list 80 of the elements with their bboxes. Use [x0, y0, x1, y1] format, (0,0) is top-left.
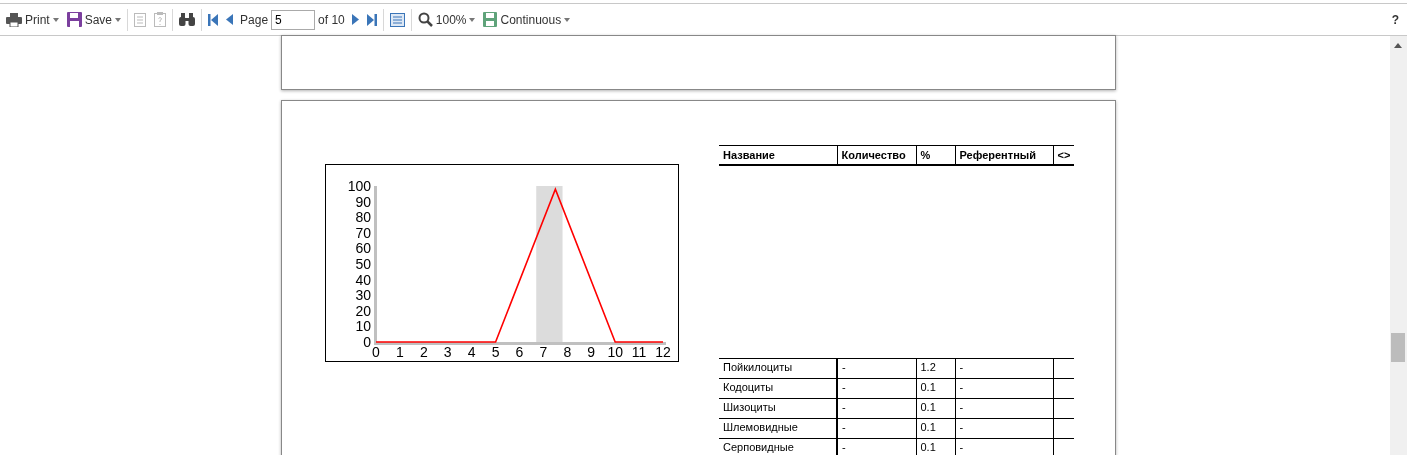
table-cell: 0.1 [916, 418, 955, 439]
x-tick-label: 7 [539, 344, 548, 360]
list-page-icon [134, 12, 147, 27]
y-tick-label: 0 [363, 334, 371, 350]
y-tick-label: 90 [355, 193, 371, 210]
table-cell: 0.1 [916, 378, 955, 399]
question-clipboard-icon [154, 12, 167, 27]
x-tick-label: 12 [655, 344, 671, 360]
caret-icon [115, 17, 122, 22]
scrollbar[interactable] [1390, 36, 1407, 455]
x-tick-label: 1 [396, 344, 404, 360]
last-page-icon [366, 13, 377, 26]
caret-icon [469, 17, 476, 22]
caret-icon [564, 17, 571, 22]
table-cell: - [837, 378, 916, 399]
table-cell [1053, 358, 1075, 379]
zoom-button[interactable]: 100% [413, 7, 480, 32]
x-tick-label: 3 [443, 344, 452, 360]
table-cell: 0.1 [916, 438, 955, 455]
table-cell: - [955, 438, 1053, 455]
scrollbar-thumb[interactable] [1391, 333, 1405, 362]
table-cell: 1.2 [916, 358, 955, 379]
table-cell: 0.1 [916, 398, 955, 419]
column-header: Референтный [955, 145, 1053, 165]
up-arrow-icon [1394, 43, 1402, 48]
right-triangle-icon [351, 14, 359, 25]
y-tick-label: 50 [355, 256, 371, 272]
table-cell [1053, 438, 1075, 455]
table-cell: Шизоциты [719, 398, 837, 419]
binoculars-icon [179, 13, 196, 26]
print-button[interactable]: Print [2, 7, 63, 32]
help-button[interactable]: ? [1387, 7, 1403, 32]
caret-icon [52, 17, 59, 22]
table-cell: Шлемовидные [719, 418, 837, 439]
y-tick-label: 30 [355, 287, 371, 304]
table-cell: - [955, 418, 1053, 439]
column-header: % [916, 145, 955, 165]
table-cell: - [955, 358, 1053, 379]
table-cell: - [837, 438, 916, 455]
x-tick-label: 6 [515, 344, 524, 360]
table-cell: Кодоциты [719, 378, 837, 399]
printer-icon [6, 12, 22, 27]
page-label: Page [239, 12, 270, 27]
y-tick-label: 100 [347, 178, 371, 194]
first-page-icon [208, 13, 219, 26]
x-tick-label: 10 [607, 344, 623, 360]
table-cell: - [955, 378, 1053, 399]
y-tick-label: 70 [355, 224, 371, 241]
magnifier-icon [417, 12, 433, 27]
table-cell: - [837, 358, 916, 379]
y-tick-label: 60 [355, 240, 371, 257]
view-mode-button[interactable]: Continuous [479, 7, 575, 32]
x-tick-label: 8 [563, 344, 572, 360]
y-tick-label: 80 [355, 209, 371, 226]
table-cell [1053, 418, 1075, 439]
table-cell: - [837, 418, 916, 439]
x-tick-label: 2 [419, 344, 428, 360]
column-header: <> [1053, 145, 1075, 165]
page-number-field[interactable]: 5 [271, 9, 316, 30]
y-tick-label: 10 [355, 318, 371, 335]
column-header: Название [719, 145, 837, 165]
save-button[interactable]: Save [62, 7, 126, 32]
table-cell [1053, 398, 1075, 419]
left-triangle-icon [226, 14, 234, 25]
y-tick-label: 40 [355, 271, 371, 288]
table-cell: - [955, 398, 1053, 419]
x-tick-label: 5 [491, 344, 500, 360]
table-cell: Серповидные [719, 438, 837, 455]
column-header: Количество [837, 145, 916, 165]
y-tick-label: 20 [355, 302, 371, 319]
table-cell [1053, 378, 1075, 399]
page-count: of 10 [317, 12, 346, 27]
x-tick-label: 9 [587, 344, 596, 360]
page-view-icon [389, 12, 405, 27]
table-cell: Пойкилоциты [719, 358, 837, 379]
x-tick-label: 4 [467, 344, 476, 360]
x-tick-label: 11 [631, 344, 647, 360]
page-stack-icon [483, 12, 498, 27]
table-cell: - [837, 398, 916, 419]
x-tick-label: 0 [372, 344, 380, 360]
